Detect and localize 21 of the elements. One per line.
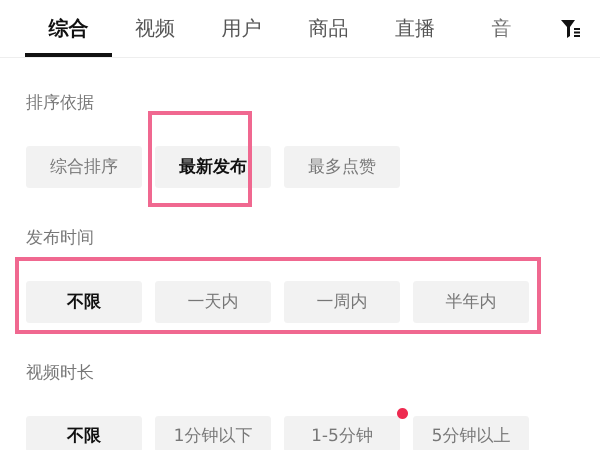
filter-option[interactable]: 1-5分钟 (284, 416, 400, 450)
filter-option[interactable]: 不限 (26, 416, 142, 450)
tab[interactable]: 直播 (372, 0, 458, 57)
section-title: 发布时间 (26, 227, 95, 250)
section-title: 视频时长 (26, 362, 95, 385)
filter-option[interactable]: 最新发布 (155, 146, 271, 188)
tab[interactable]: 视频 (112, 0, 198, 57)
filter-option[interactable]: 一周内 (284, 281, 400, 323)
tab[interactable]: 音 (458, 0, 546, 57)
filter-option[interactable]: 5分钟以上 (413, 416, 529, 450)
tab[interactable]: 商品 (285, 0, 372, 57)
filter-option[interactable]: 1分钟以下 (155, 416, 271, 450)
section-title: 排序依据 (26, 92, 95, 115)
filter-option[interactable]: 一天内 (155, 281, 271, 323)
filter-option[interactable]: 半年内 (413, 281, 529, 323)
filter-option[interactable]: 最多点赞 (284, 146, 400, 188)
filter-icon[interactable] (561, 20, 581, 38)
tab[interactable]: 用户 (198, 0, 286, 57)
filter-option[interactable]: 综合排序 (26, 146, 142, 188)
filter-option[interactable]: 不限 (26, 281, 142, 323)
tab[interactable]: 综合 (25, 0, 112, 57)
